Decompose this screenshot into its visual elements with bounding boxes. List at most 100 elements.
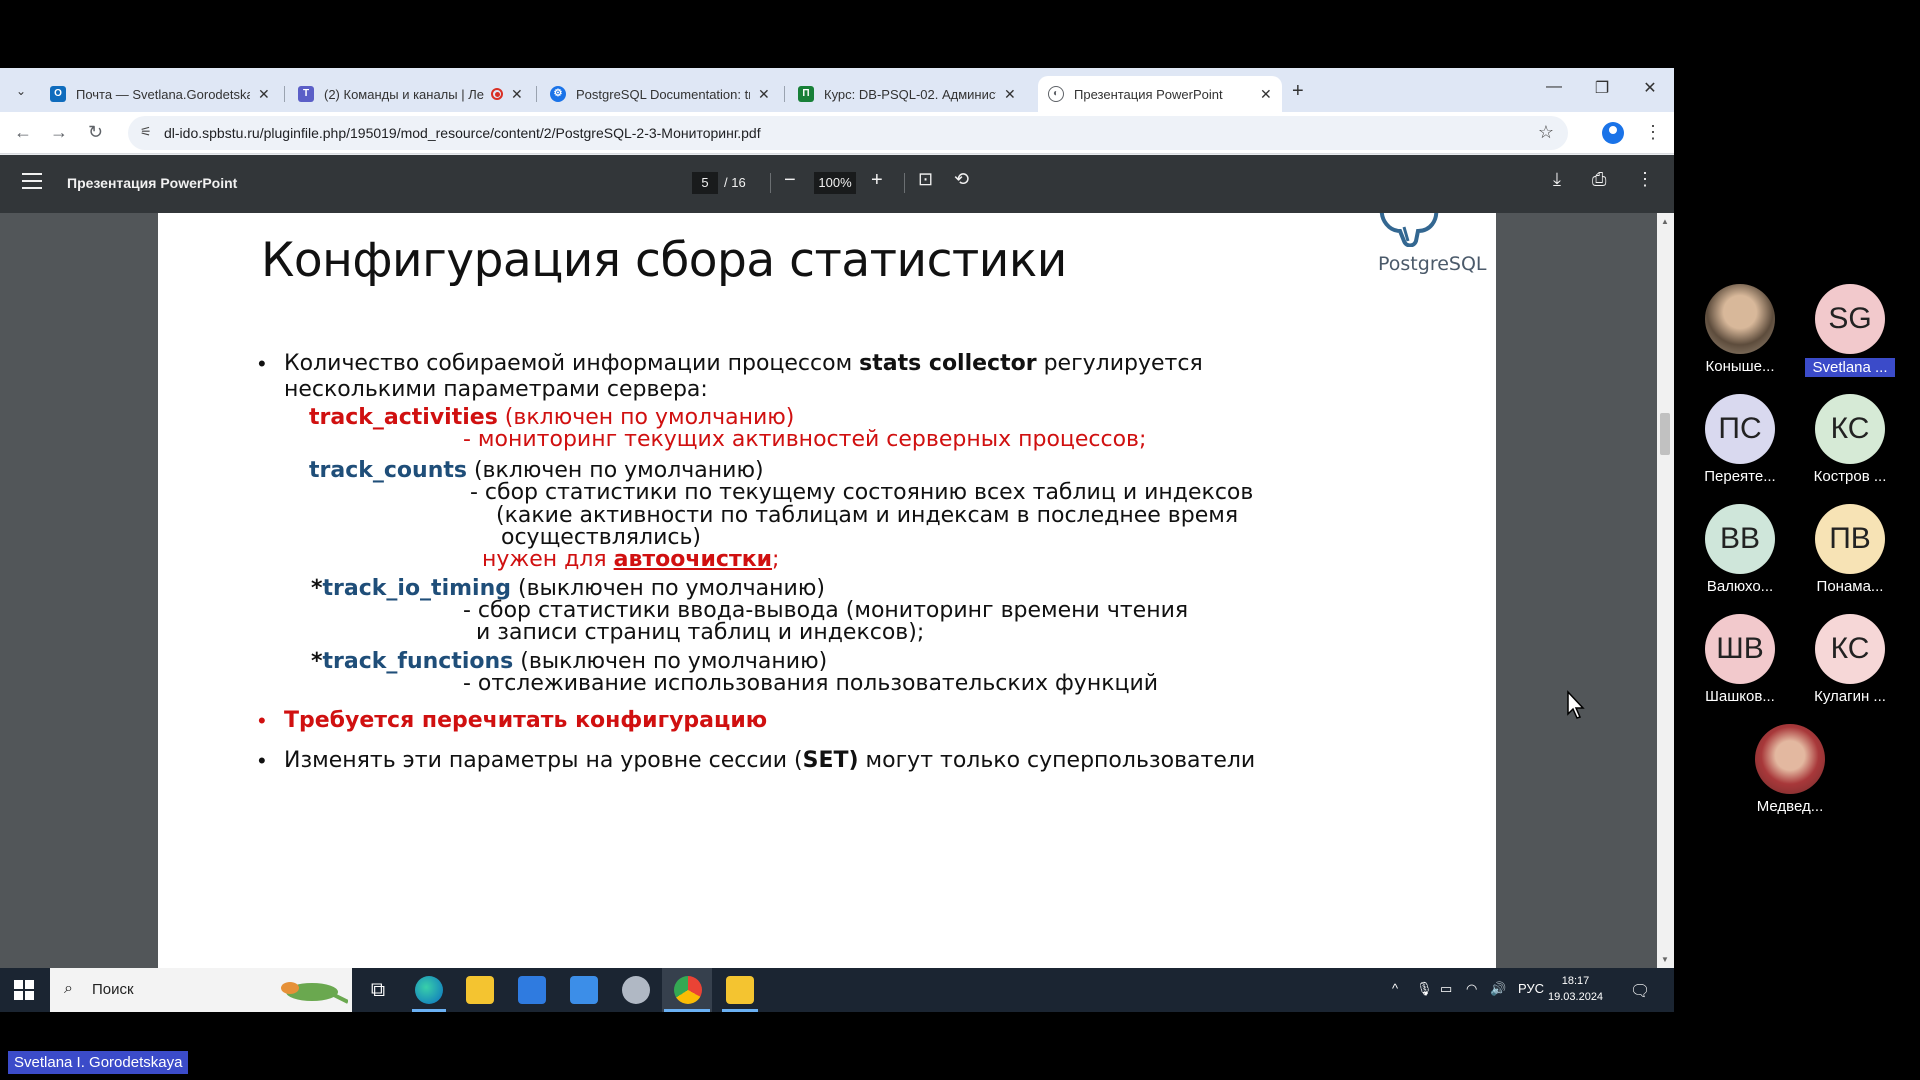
url-text[interactable]: dl-ido.spbstu.ru/pluginfile.php/195019/m… <box>164 125 761 141</box>
print-icon[interactable]: ⎙ <box>1592 169 1606 190</box>
outlook-icon: O <box>50 86 66 102</box>
bullet2-text: Требуется перечитать конфигурацию <box>284 708 768 733</box>
participant-avatar: ШВ <box>1705 614 1775 684</box>
divider <box>770 173 771 193</box>
scroll-down-icon[interactable]: ▼ <box>1661 955 1669 964</box>
rotate-icon[interactable]: ⟲ <box>954 169 969 190</box>
more-options-icon[interactable]: ⋮ <box>1636 169 1654 190</box>
bullet1-line2: несколькими параметрами сервера: <box>284 377 708 402</box>
participant-avatar: ПС <box>1705 394 1775 464</box>
store-icon[interactable] <box>518 976 546 1004</box>
address-bar[interactable]: ⚟ dl-ido.spbstu.ru/pluginfile.php/195019… <box>128 116 1568 150</box>
language-indicator[interactable]: РУС <box>1518 981 1544 996</box>
restore-button[interactable]: ❐ <box>1582 78 1622 98</box>
participant-avatar: ПВ <box>1815 504 1885 574</box>
zoom-out-icon[interactable]: − <box>784 169 796 192</box>
pdf-title: Презентация PowerPoint <box>67 175 238 191</box>
bullet3-text: Изменять эти параметры на уровне сессии … <box>284 748 1256 773</box>
slide-page: PostgreSQL Конфигурация сбора статистики… <box>158 213 1496 968</box>
download-icon[interactable]: ⤓ <box>1553 169 1561 190</box>
scrollbar-thumb[interactable] <box>1660 413 1670 455</box>
page-number-input[interactable]: 5 <box>692 172 718 194</box>
tab-outlook[interactable]: O Почта — Svetlana.Gorodetskaya ✕ <box>40 76 280 112</box>
bookmark-star-icon[interactable]: ☆ <box>1538 122 1554 143</box>
pdf-viewport[interactable]: PostgreSQL Конфигурация сбора статистики… <box>0 213 1674 968</box>
mail-icon[interactable] <box>570 976 598 1004</box>
postgresql-logo-text: PostgreSQL <box>1378 253 1487 275</box>
presenter-name-label: Svetlana I. Gorodetskaya <box>8 1051 189 1074</box>
volume-icon[interactable]: 🔊 <box>1490 981 1506 997</box>
snipping-icon[interactable] <box>622 976 650 1004</box>
tab-presentation[interactable]: ◐ Презентация PowerPoint ✕ <box>1038 76 1282 112</box>
participant-tile[interactable]: КС Кулагин ... <box>1805 614 1895 705</box>
clock[interactable]: 18:17 19.03.2024 <box>1548 973 1603 1005</box>
edge-icon[interactable] <box>415 976 443 1004</box>
tray-overflow-icon[interactable]: ^ <box>1392 981 1398 996</box>
minimize-button[interactable]: — <box>1534 78 1574 96</box>
participant-tile[interactable]: ПС Переяте... <box>1695 394 1785 485</box>
participant-tile[interactable]: SG Svetlana ... <box>1805 284 1895 377</box>
microphone-icon[interactable]: 🎙 <box>1416 981 1433 997</box>
participant-tile[interactable]: Коныше... <box>1695 284 1785 375</box>
bullet-icon: • <box>258 748 266 773</box>
participant-tile[interactable]: ШВ Шашков... <box>1695 614 1785 705</box>
param-track-io-timing-desc2: и записи страниц таблиц и индексов); <box>476 620 925 645</box>
profile-icon[interactable] <box>1602 122 1624 144</box>
tab-separator <box>536 86 537 102</box>
pdf-toolbar: Презентация PowerPoint 5 / 16 − 100% + ⊡… <box>0 155 1674 213</box>
scroll-up-icon[interactable]: ▲ <box>1661 217 1669 226</box>
notifications-icon[interactable]: 🗨 <box>1630 981 1650 1001</box>
tab-course[interactable]: П Курс: DB-PSQL-02. Администр ✕ <box>788 76 1026 112</box>
browser-tab-bar: ⌄ O Почта — Svetlana.Gorodetskaya ✕ T (2… <box>0 68 1674 112</box>
participant-avatar: КС <box>1815 394 1885 464</box>
participant-avatar: SG <box>1815 284 1885 354</box>
more-menu-icon[interactable]: ⋮ <box>1644 122 1662 143</box>
bullet1-line1: Количество собираемой информации процесс… <box>284 351 1203 376</box>
site-info-icon[interactable]: ⚟ <box>140 124 156 140</box>
new-tab-button[interactable]: + <box>1292 80 1304 103</box>
battery-icon[interactable]: ▭ <box>1440 981 1452 997</box>
pdf-scrollbar[interactable]: ▲ ▼ <box>1657 213 1674 968</box>
app-running-indicator <box>664 1009 710 1012</box>
windows-start-icon[interactable] <box>14 980 34 1000</box>
participant-avatar: КС <box>1815 614 1885 684</box>
paint-app-icon[interactable] <box>726 976 754 1004</box>
param-track-counts-note: нужен для автоочистки; <box>482 547 780 572</box>
mouse-cursor-icon <box>1567 690 1585 719</box>
fit-page-icon[interactable]: ⊡ <box>918 169 933 190</box>
task-view-icon[interactable]: ⧉ <box>364 976 392 1004</box>
participant-tile[interactable]: Медвед... <box>1745 724 1835 815</box>
zoom-in-icon[interactable]: + <box>871 169 883 192</box>
tab-postgres-docs[interactable]: ⚙ PostgreSQL Documentation: tr ✕ <box>540 76 780 112</box>
chrome-icon[interactable] <box>674 976 702 1004</box>
globe-icon: ◐ <box>1048 86 1064 102</box>
close-icon[interactable]: ✕ <box>758 86 770 103</box>
reload-icon[interactable]: ↻ <box>88 122 103 143</box>
zoom-input[interactable]: 100% <box>814 172 856 194</box>
param-track-activities-desc: - мониторинг текущих активностей серверн… <box>463 427 1147 452</box>
participant-tile[interactable]: КС Костров ... <box>1805 394 1895 485</box>
participant-tile[interactable]: ПВ Понама... <box>1805 504 1895 595</box>
file-explorer-icon[interactable] <box>466 976 494 1004</box>
close-icon[interactable]: ✕ <box>1004 86 1016 103</box>
teams-icon: T <box>298 86 314 102</box>
shared-screen: ⌄ O Почта — Svetlana.Gorodetskaya ✕ T (2… <box>0 68 1674 1012</box>
gear-icon: ⚙ <box>550 86 566 102</box>
param-track-counts-desc1: - сбор статистики по текущему состоянию … <box>470 480 1254 505</box>
wifi-icon[interactable]: ◠ <box>1466 981 1477 997</box>
close-icon[interactable]: ✕ <box>258 86 270 103</box>
taskbar-search[interactable]: ⌕ Поиск <box>50 968 352 1012</box>
close-icon[interactable]: ✕ <box>1260 86 1272 103</box>
participant-tile[interactable]: ВВ Валюхо... <box>1695 504 1785 595</box>
forward-icon[interactable]: → <box>50 122 68 143</box>
tab-teams[interactable]: T (2) Команды и каналы | Ле ✕ <box>288 76 533 112</box>
tab-separator <box>784 86 785 102</box>
address-row: ← → ↻ ⚟ dl-ido.spbstu.ru/pluginfile.php/… <box>0 112 1674 154</box>
param-track-functions-desc: - отслеживание использования пользовател… <box>463 671 1159 696</box>
back-icon[interactable]: ← <box>14 122 32 143</box>
close-icon[interactable]: ✕ <box>511 86 523 103</box>
tab-search-icon[interactable]: ⌄ <box>10 80 32 102</box>
window-close-button[interactable]: ✕ <box>1630 78 1670 98</box>
divider <box>904 173 905 193</box>
menu-icon[interactable] <box>22 173 42 189</box>
